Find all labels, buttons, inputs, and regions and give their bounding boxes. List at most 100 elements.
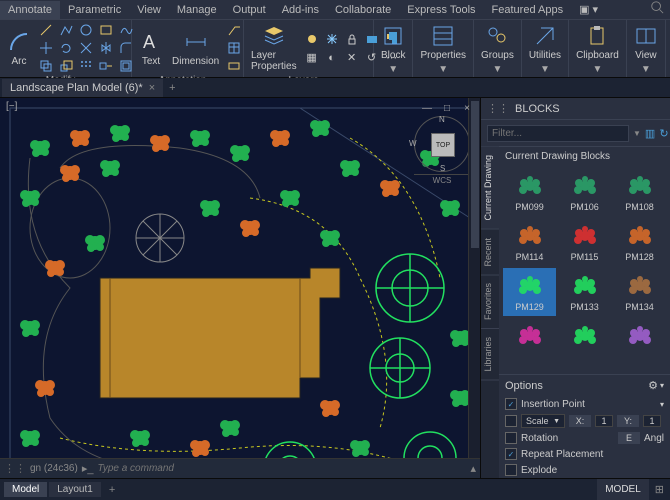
- polyline-icon[interactable]: [57, 22, 75, 38]
- properties-panel-button[interactable]: Properties: [417, 22, 469, 63]
- stretch-icon[interactable]: [97, 58, 115, 74]
- e-label: E: [618, 432, 640, 444]
- menu-view[interactable]: View: [129, 1, 169, 19]
- copy-icon[interactable]: [37, 58, 55, 74]
- layer-del-icon[interactable]: ✕: [343, 50, 361, 66]
- blocks-palette: ⋮⋮ BLOCKS ▼ ▥ ↻ Current Drawing Recent F…: [480, 98, 670, 478]
- layout-tab-model[interactable]: Model: [4, 482, 47, 497]
- mirror-icon[interactable]: [97, 40, 115, 56]
- add-tab-button[interactable]: +: [163, 80, 181, 96]
- status-bar: Model Layout1 + MODEL ⊞: [0, 478, 670, 500]
- command-line[interactable]: ⋮⋮ gn (24c36) ▸_ ▴: [0, 458, 480, 478]
- angle-label: Angl: [644, 433, 664, 444]
- menu-annotate[interactable]: Annotate: [0, 1, 60, 19]
- layout-add-button[interactable]: +: [103, 482, 121, 498]
- scale-checkbox[interactable]: [505, 415, 517, 427]
- repeat-checkbox[interactable]: [505, 448, 517, 460]
- viewport-min-icon[interactable]: —: [420, 101, 434, 115]
- explode-checkbox[interactable]: [505, 464, 517, 476]
- browse-icon[interactable]: ▥: [645, 124, 655, 142]
- cmd-coord: gn (24c36): [30, 463, 78, 474]
- cmd-handle-icon[interactable]: ⋮⋮: [4, 462, 26, 475]
- leader-icon[interactable]: [225, 22, 243, 38]
- field-icon[interactable]: [225, 58, 243, 74]
- drawing-viewport[interactable]: [−] — □ ×: [0, 98, 480, 478]
- menu-manage[interactable]: Manage: [169, 1, 225, 19]
- block-PM114[interactable]: PM114: [503, 218, 556, 266]
- trim-icon[interactable]: [77, 40, 95, 56]
- x-input[interactable]: 1: [595, 415, 613, 427]
- block-PM133[interactable]: PM133: [558, 268, 611, 316]
- filter-input[interactable]: [487, 125, 629, 142]
- menu-output[interactable]: Output: [225, 1, 274, 19]
- insertion-point-checkbox[interactable]: [505, 398, 517, 410]
- line-icon[interactable]: [37, 22, 55, 38]
- block-PM108[interactable]: PM108: [613, 168, 666, 216]
- block-panel-button[interactable]: Block: [378, 22, 408, 63]
- vtab-favorites[interactable]: Favorites: [481, 275, 499, 329]
- nav-top-face[interactable]: TOP: [431, 133, 455, 157]
- view-cube[interactable]: N S W E TOP WCS: [414, 116, 470, 185]
- menu-parametric[interactable]: Parametric: [60, 1, 129, 19]
- array-icon[interactable]: [77, 58, 95, 74]
- viewport-max-icon[interactable]: □: [440, 101, 454, 115]
- refresh-icon[interactable]: ↻: [659, 124, 668, 142]
- text-button[interactable]: A Text: [136, 28, 166, 69]
- table-icon[interactable]: [225, 40, 243, 56]
- cmd-menu-icon[interactable]: ▴: [470, 462, 476, 475]
- viewport-menu-dash[interactable]: [−]: [6, 101, 17, 115]
- block-extra-1[interactable]: [558, 318, 611, 354]
- y-label: Y:: [617, 415, 639, 427]
- block-PM128[interactable]: PM128: [613, 218, 666, 266]
- block-PM134[interactable]: PM134: [613, 268, 666, 316]
- palette-handle-icon[interactable]: ⋮⋮: [487, 102, 509, 115]
- clipboard-panel-button[interactable]: Clipboard: [573, 22, 622, 63]
- block-PM099[interactable]: PM099: [503, 168, 556, 216]
- block-PM106[interactable]: PM106: [558, 168, 611, 216]
- rotate-icon[interactable]: [57, 40, 75, 56]
- block-extra-2[interactable]: [613, 318, 666, 354]
- model-button[interactable]: MODEL: [597, 479, 649, 500]
- layer-iso-icon[interactable]: ▦: [303, 50, 321, 66]
- options-gear-icon[interactable]: ⚙: [648, 379, 658, 392]
- vtab-current[interactable]: Current Drawing: [481, 147, 499, 230]
- layer-freeze-icon[interactable]: [323, 31, 341, 47]
- cmd-input[interactable]: [97, 463, 466, 474]
- doc-tab-active[interactable]: Landscape Plan Model (6)* ×: [2, 79, 163, 97]
- rotation-checkbox[interactable]: [505, 432, 517, 444]
- blocks-vertical-tabs: Current Drawing Recent Favorites Librari…: [481, 147, 499, 478]
- move-icon[interactable]: [37, 40, 55, 56]
- circle-icon[interactable]: [77, 22, 95, 38]
- block-extra-0[interactable]: [503, 318, 556, 354]
- rect-icon[interactable]: [97, 22, 115, 38]
- menu-express[interactable]: Express Tools: [399, 1, 483, 19]
- layer-on-icon[interactable]: [303, 31, 321, 47]
- y-input[interactable]: 1: [643, 415, 661, 427]
- utilities-panel-button[interactable]: Utilities: [526, 22, 564, 63]
- status-grid-icon[interactable]: ⊞: [649, 483, 670, 496]
- view-panel-button[interactable]: View: [631, 22, 661, 63]
- layer-properties-button[interactable]: Layer Properties: [248, 22, 300, 74]
- arc-button[interactable]: Arc: [4, 28, 34, 69]
- viewport-close-icon[interactable]: ×: [460, 101, 474, 115]
- block-PM129[interactable]: PM129: [503, 268, 556, 316]
- nav-s: S: [440, 164, 445, 173]
- vertical-scrollbar[interactable]: [468, 98, 480, 466]
- groups-panel-button[interactable]: Groups: [478, 22, 517, 63]
- close-tab-icon[interactable]: ×: [149, 82, 155, 94]
- menu-boxed-icon[interactable]: ▣ ▾: [571, 0, 606, 19]
- menu-featured[interactable]: Featured Apps: [484, 1, 572, 19]
- scale-dropdown[interactable]: Scale▼: [521, 414, 565, 428]
- menu-search-icon[interactable]: [644, 0, 670, 19]
- vtab-recent[interactable]: Recent: [481, 230, 499, 276]
- layout-tab-layout1[interactable]: Layout1: [49, 482, 101, 497]
- block-PM115[interactable]: PM115: [558, 218, 611, 266]
- dimension-button[interactable]: Dimension: [169, 28, 222, 69]
- vtab-libraries[interactable]: Libraries: [481, 329, 499, 381]
- layer-off-icon[interactable]: ◐: [323, 50, 341, 66]
- nav-wcs[interactable]: WCS: [414, 174, 470, 185]
- menu-collaborate[interactable]: Collaborate: [327, 1, 399, 19]
- scale-icon[interactable]: [57, 58, 75, 74]
- menu-addins[interactable]: Add-ins: [274, 1, 327, 19]
- layer-lock-icon[interactable]: [343, 31, 361, 47]
